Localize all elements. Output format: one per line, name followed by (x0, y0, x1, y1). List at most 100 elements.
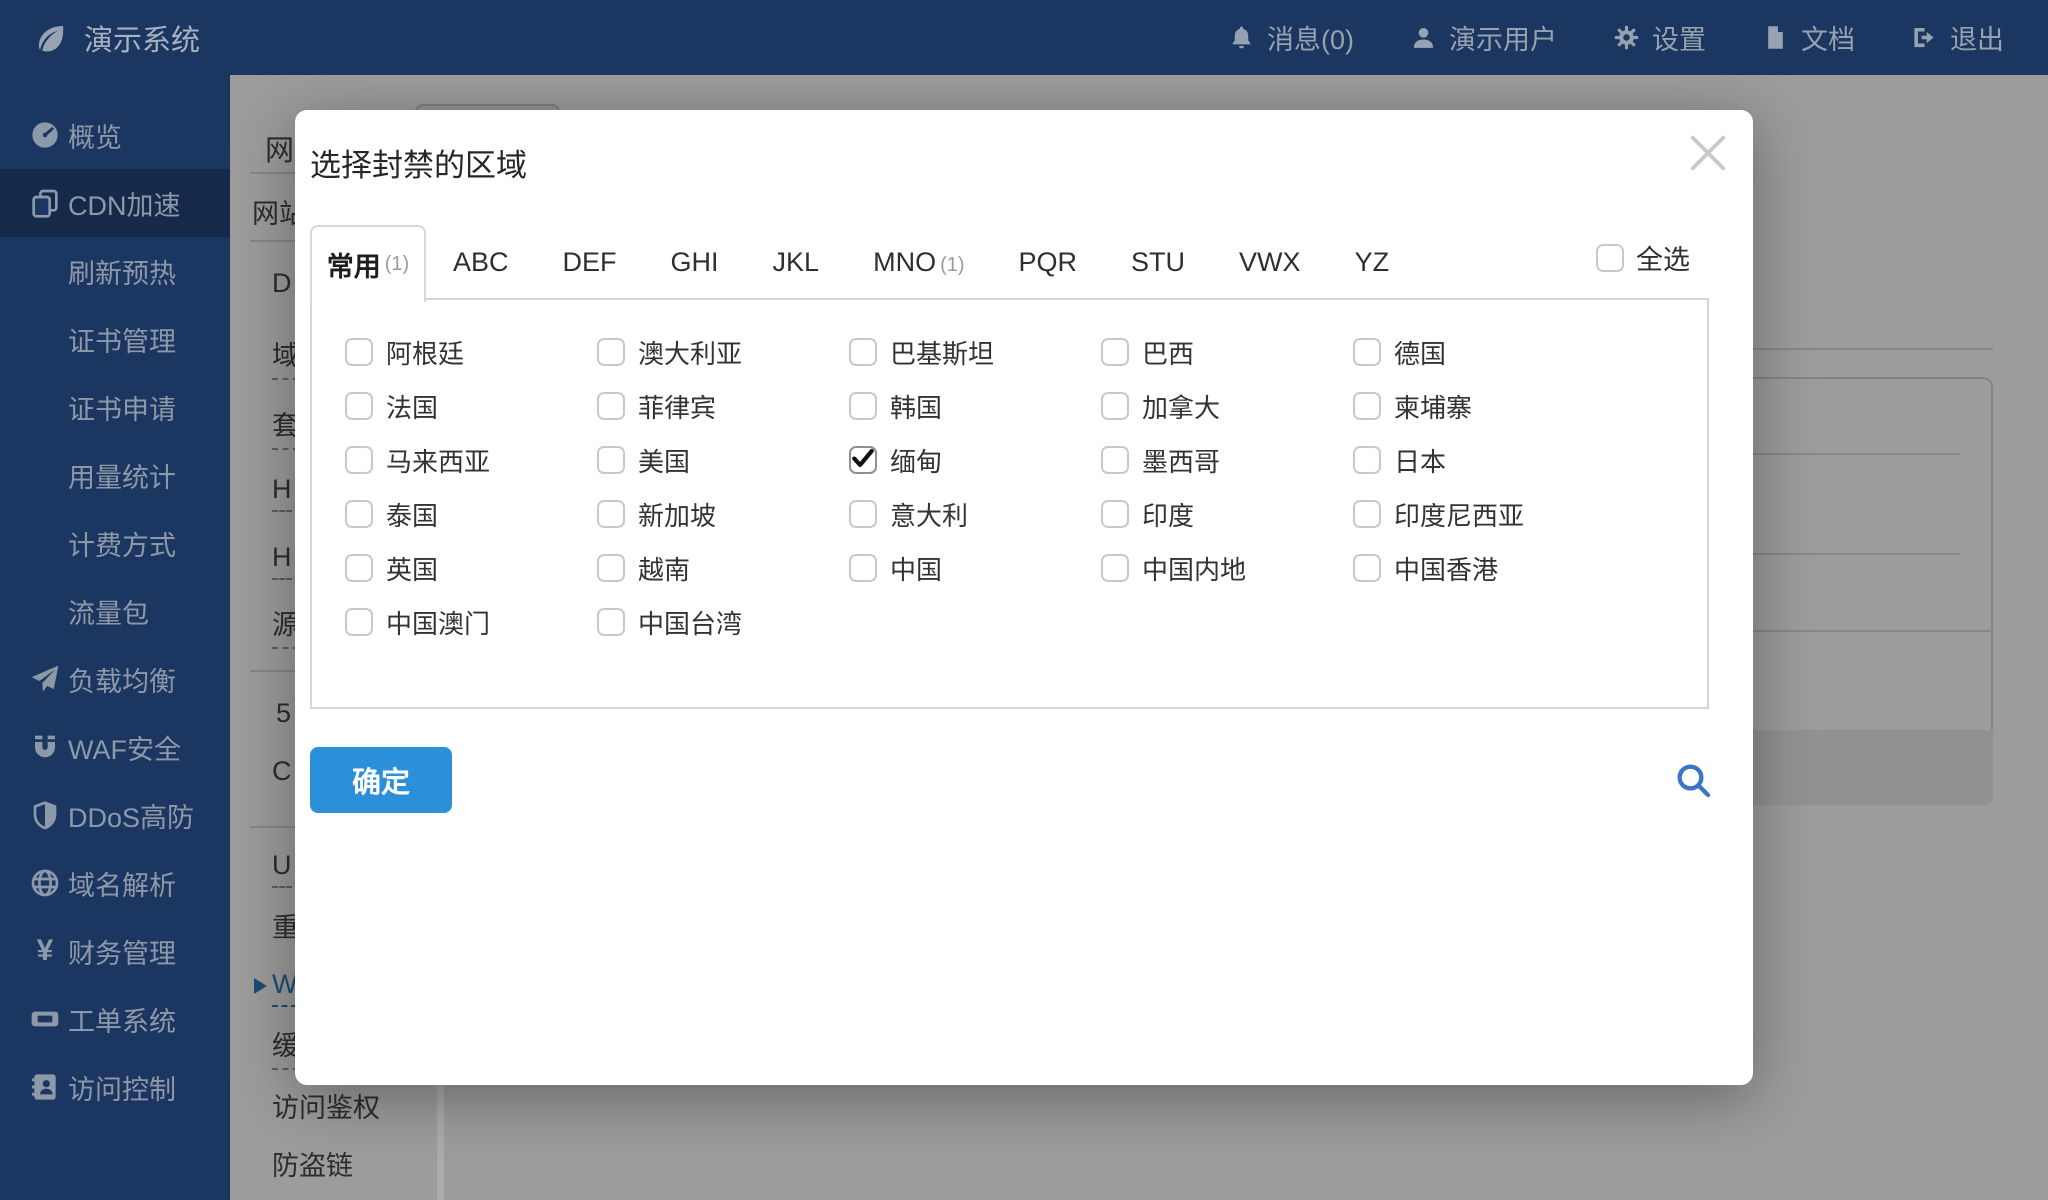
region-checkbox-3[interactable]: 巴基斯坦 (849, 325, 1101, 379)
magnet-icon (28, 730, 62, 764)
tab-count: (1) (940, 254, 964, 276)
tab-label: VWX (1239, 247, 1301, 277)
tab-def[interactable]: DEF (536, 247, 644, 278)
sidebar-item-10[interactable]: WAF安全 (0, 713, 230, 781)
region-checkbox-14[interactable]: 墨西哥 (1101, 433, 1353, 487)
region-label: 中国内地 (1142, 550, 1246, 587)
region-checkbox-8[interactable]: 韩国 (849, 379, 1101, 433)
region-checkbox-17[interactable]: 新加坡 (597, 487, 849, 541)
checkbox (597, 338, 625, 366)
checkbox (345, 446, 373, 474)
tab-pqr[interactable]: PQR (992, 247, 1105, 278)
sidebar-item-5[interactable]: 证书申请 (0, 373, 230, 441)
navbar-item-2[interactable]: 演示用户 (1410, 18, 1557, 57)
sidebar-item-15[interactable]: 访问控制 (0, 1053, 230, 1121)
region-label: 新加坡 (638, 496, 716, 533)
region-checkbox-26[interactable]: 中国澳门 (345, 595, 597, 649)
region-checkbox-16[interactable]: 泰国 (345, 487, 597, 541)
region-checkbox-18[interactable]: 意大利 (849, 487, 1101, 541)
tab-label: JKL (773, 247, 820, 277)
tab-yz[interactable]: YZ (1328, 247, 1417, 278)
region-checkbox-7[interactable]: 菲律宾 (597, 379, 849, 433)
sidebar-item-7[interactable]: 计费方式 (0, 509, 230, 577)
region-checkbox-20[interactable]: 印度尼西亚 (1353, 487, 1605, 541)
yen-icon: ¥ (28, 934, 62, 968)
tab-vwx[interactable]: VWX (1212, 247, 1328, 278)
region-checkbox-23[interactable]: 中国 (849, 541, 1101, 595)
sidebar-item-14[interactable]: 工单系统 (0, 985, 230, 1053)
region-checkbox-4[interactable]: 巴西 (1101, 325, 1353, 379)
region-select-modal: 选择封禁的区域 常用 (1) ABCDEFGHIJKLMNO(1)PQRSTUV… (295, 110, 1753, 1085)
region-label: 马来西亚 (386, 442, 490, 479)
navbar-item-1[interactable]: 消息(0) (1228, 18, 1354, 57)
tab-label: DEF (563, 247, 617, 277)
checkbox (849, 338, 877, 366)
checkbox (1353, 500, 1381, 528)
brand-title: 演示系统 (84, 17, 200, 59)
checkbox (597, 500, 625, 528)
region-checkbox-1[interactable]: 阿根廷 (345, 325, 597, 379)
tab-ghi[interactable]: GHI (644, 247, 746, 278)
region-label: 缅甸 (890, 442, 942, 479)
region-checkbox-6[interactable]: 法国 (345, 379, 597, 433)
close-icon[interactable] (1681, 126, 1735, 180)
tab-stu[interactable]: STU (1104, 247, 1212, 278)
region-checkbox-27[interactable]: 中国台湾 (597, 595, 849, 649)
region-checkbox-19[interactable]: 印度 (1101, 487, 1353, 541)
region-label: 韩国 (890, 388, 942, 425)
checkbox (597, 392, 625, 420)
navbar-item-3[interactable]: 设置 (1613, 18, 1706, 57)
navbar-item-label: 文档 (1801, 18, 1855, 57)
checkbox (345, 338, 373, 366)
region-checkbox-5[interactable]: 德国 (1353, 325, 1605, 379)
tab-count: (1) (385, 253, 409, 276)
region-checkbox-9[interactable]: 加拿大 (1101, 379, 1353, 433)
region-checkbox-2[interactable]: 澳大利亚 (597, 325, 849, 379)
region-checkbox-25[interactable]: 中国香港 (1353, 541, 1605, 595)
sidebar-item-11[interactable]: DDoS高防 (0, 781, 230, 849)
leaf-icon (34, 21, 68, 55)
sidebar-item-label: CDN加速 (68, 184, 181, 223)
tab-label: 常用 (327, 245, 381, 284)
sidebar-item-8[interactable]: 流量包 (0, 577, 230, 645)
sidebar-item-4[interactable]: 证书管理 (0, 305, 230, 373)
region-checkbox-22[interactable]: 越南 (597, 541, 849, 595)
sidebar-item-12[interactable]: 域名解析 (0, 849, 230, 917)
region-checkbox-12[interactable]: 美国 (597, 433, 849, 487)
confirm-button[interactable]: 确定 (310, 747, 452, 813)
sidebar-item-label: 用量统计 (68, 456, 176, 495)
region-checkbox-13[interactable]: 缅甸 (849, 433, 1101, 487)
region-checkbox-10[interactable]: 柬埔寨 (1353, 379, 1605, 433)
region-checkbox-24[interactable]: 中国内地 (1101, 541, 1353, 595)
sidebar-item-label: 负载均衡 (68, 660, 176, 699)
navbar-item-4[interactable]: 文档 (1762, 18, 1855, 57)
brand[interactable]: 演示系统 (34, 17, 200, 59)
region-checkbox-15[interactable]: 日本 (1353, 433, 1605, 487)
navbar-item-5[interactable]: 退出 (1911, 18, 2004, 57)
sidebar-item-13[interactable]: ¥财务管理 (0, 917, 230, 985)
checkbox (345, 608, 373, 636)
region-label: 德国 (1394, 334, 1446, 371)
region-checkbox-11[interactable]: 马来西亚 (345, 433, 597, 487)
navbar-menu: 消息(0) 演示用户 设置 文档 退出 (1228, 18, 2004, 57)
sidebar-item-6[interactable]: 用量统计 (0, 441, 230, 509)
region-checkbox-21[interactable]: 英国 (345, 541, 597, 595)
tab-mno[interactable]: MNO(1) (846, 247, 991, 278)
sidebar-item-2[interactable]: CDN加速 (0, 169, 230, 237)
select-all-checkbox[interactable]: 全选 (1596, 238, 1690, 277)
region-label: 澳大利亚 (638, 334, 742, 371)
tab-label: ABC (453, 247, 509, 277)
sidebar-item-3[interactable]: 刷新预热 (0, 237, 230, 305)
tab-jkl[interactable]: JKL (746, 247, 847, 278)
sidebar-item-1[interactable]: 概览 (0, 101, 230, 169)
sidebar-item-label: 概览 (68, 116, 122, 155)
tab-abc[interactable]: ABC (426, 247, 536, 278)
sidebar-item-label: 流量包 (68, 592, 149, 631)
tab-common[interactable]: 常用 (1) (310, 225, 426, 302)
checkbox (849, 392, 877, 420)
sidebar-item-9[interactable]: 负载均衡 (0, 645, 230, 713)
checkbox (1101, 392, 1129, 420)
search-icon[interactable] (1673, 760, 1713, 800)
background-scrollbar[interactable] (437, 1085, 444, 1200)
sign-out-icon (1911, 24, 1938, 51)
